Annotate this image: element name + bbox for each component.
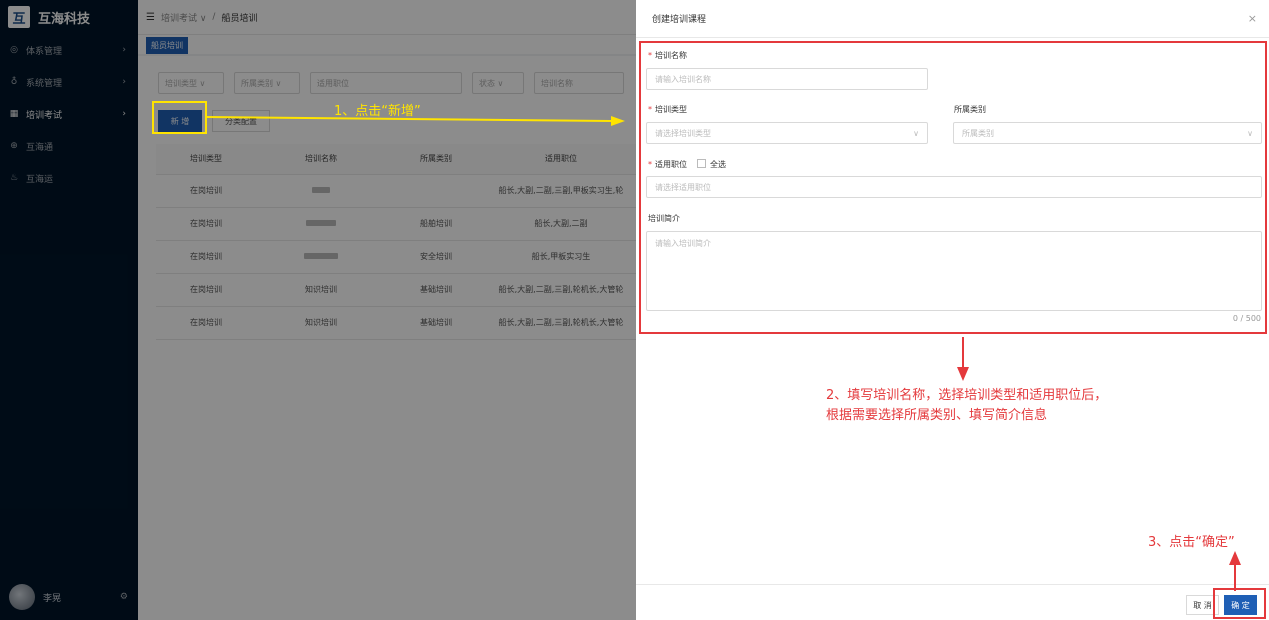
drawer-footer: 取 消 确 定 (636, 584, 1269, 620)
annotation-step2-line2: 根据需要选择所属类别、填写简介信息 (826, 408, 1048, 423)
drawer-title: 创建培训课程 (636, 0, 1269, 38)
annotation-arrow-step2 (957, 337, 969, 381)
highlight-new-button (152, 101, 207, 134)
highlight-form-area (639, 41, 1267, 334)
modal-overlay[interactable] (0, 0, 636, 620)
close-icon[interactable]: × (1248, 12, 1257, 25)
annotation-step2-line1: 2、填写培训名称，选择培训类型和适用职位后， (826, 388, 1108, 403)
annotation-arrow-step1 (207, 116, 625, 126)
annotation-step3: 3、点击“确定” (1148, 535, 1235, 550)
highlight-confirm-button (1213, 588, 1266, 619)
annotation-arrow-step3 (1229, 551, 1241, 591)
